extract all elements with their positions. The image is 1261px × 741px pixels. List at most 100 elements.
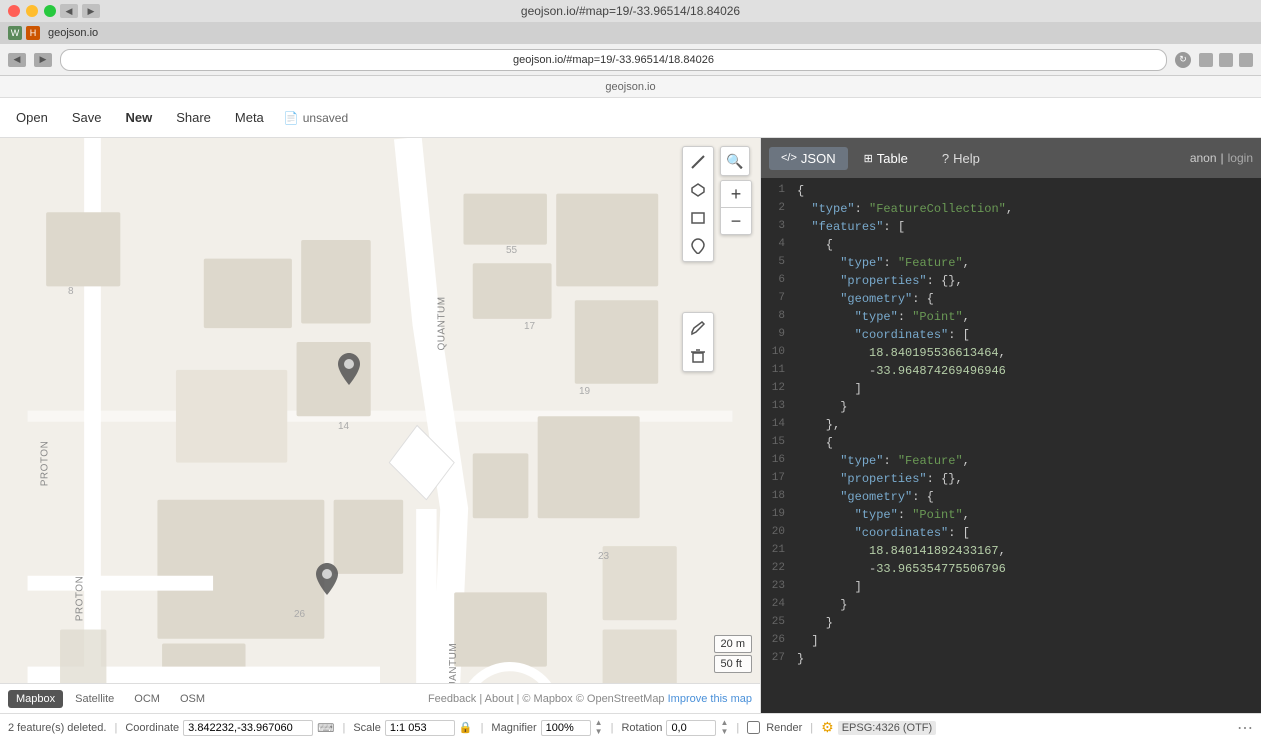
- draw-polygon-button[interactable]: [685, 177, 711, 203]
- tab-mapbox[interactable]: Mapbox: [8, 690, 63, 708]
- reload-button[interactable]: ↻: [1175, 52, 1191, 68]
- scale-bar-50ft: 50 ft: [714, 655, 752, 673]
- url-bar[interactable]: geojson.io/#map=19/-33.96514/18.84026: [60, 49, 1167, 71]
- status-bar: 2 feature(s) deleted. | Coordinate ⌨ | S…: [0, 713, 1261, 741]
- json-line-5: 5 "type": "Feature",: [761, 254, 1261, 272]
- json-line-17: 17 "properties": {},: [761, 470, 1261, 488]
- map-num-26: 26: [294, 609, 305, 620]
- map-marker-1[interactable]: [338, 353, 360, 388]
- scale-control: 20 m 50 ft: [714, 635, 752, 673]
- json-line-6: 6 "properties": {},: [761, 272, 1261, 290]
- edit-tools: [682, 312, 714, 372]
- meta-button[interactable]: Meta: [231, 108, 268, 127]
- download-icon[interactable]: [1219, 53, 1233, 67]
- coordinate-input[interactable]: [183, 720, 313, 736]
- map-num-17: 17: [524, 321, 535, 332]
- feedback-link[interactable]: Feedback: [428, 693, 476, 705]
- json-line-11: 11 -33.964874269496946: [761, 362, 1261, 380]
- rotation-up[interactable]: ▲: [720, 719, 728, 727]
- map-search-button[interactable]: 🔍: [720, 146, 750, 176]
- new-tab-icon[interactable]: [1239, 53, 1253, 67]
- new-button[interactable]: New: [121, 108, 156, 127]
- login-link[interactable]: login: [1228, 151, 1253, 165]
- magnifier-arrows[interactable]: ▲ ▼: [595, 719, 603, 736]
- magnifier-down[interactable]: ▼: [595, 728, 603, 736]
- json-line-13: 13 }: [761, 398, 1261, 416]
- window-controls[interactable]: [8, 5, 56, 17]
- unsaved-badge: 📄 unsaved: [284, 111, 348, 125]
- share-button[interactable]: Share: [172, 108, 215, 127]
- rotation-arrows[interactable]: ▲ ▼: [720, 719, 728, 736]
- main-toolbar: Open Save New Share Meta 📄 unsaved: [0, 98, 1261, 138]
- json-line-10: 10 18.840195536613464,: [761, 344, 1261, 362]
- map-num-23: 23: [598, 551, 609, 562]
- browser-back[interactable]: ◀: [8, 53, 26, 67]
- tab-satellite[interactable]: Satellite: [67, 690, 122, 708]
- save-button[interactable]: Save: [68, 108, 106, 127]
- json-line-16: 16 "type": "Feature",: [761, 452, 1261, 470]
- scale-bar-20m: 20 m: [714, 635, 752, 653]
- map-background: [0, 138, 760, 713]
- json-editor[interactable]: 1{2 "type": "FeatureCollection",3 "featu…: [761, 178, 1261, 713]
- nav-arrows[interactable]: ◀ ▶: [60, 4, 100, 18]
- help-label: Help: [953, 151, 980, 166]
- street-label-proton1: PROTON: [39, 441, 50, 487]
- json-line-15: 15 {: [761, 434, 1261, 452]
- tab-table[interactable]: ⊞ Table: [852, 147, 920, 170]
- json-line-19: 19 "type": "Point",: [761, 506, 1261, 524]
- improve-link[interactable]: Improve this map: [668, 693, 752, 705]
- magnifier-section: Magnifier ▲ ▼: [491, 719, 602, 736]
- geo-site-name: geojson.io: [605, 81, 655, 93]
- map-controls: 🔍 + −: [720, 146, 752, 235]
- json-line-24: 24 }: [761, 596, 1261, 614]
- json-line-26: 26 ]: [761, 632, 1261, 650]
- draw-rectangle-button[interactable]: [685, 205, 711, 231]
- json-line-1: 1{: [761, 182, 1261, 200]
- json-line-9: 9 "coordinates": [: [761, 326, 1261, 344]
- rotation-down[interactable]: ▼: [720, 728, 728, 736]
- map-attribution: Feedback | About | © Mapbox © OpenStreet…: [428, 693, 752, 705]
- map-area[interactable]: QUANTUM PROTON PROTON QUANTUM QUANTUM 8 …: [0, 138, 760, 713]
- browser-toolbar-right: [1199, 53, 1253, 67]
- forward-button[interactable]: ▶: [82, 4, 100, 18]
- json-line-3: 3 "features": [: [761, 218, 1261, 236]
- back-button[interactable]: ◀: [60, 4, 78, 18]
- magnifier-input[interactable]: [541, 720, 591, 736]
- draw-line-button[interactable]: [685, 149, 711, 175]
- browser-forward[interactable]: ▶: [34, 53, 52, 67]
- more-button[interactable]: ⋯: [1237, 718, 1253, 738]
- draw-marker-button[interactable]: [685, 233, 711, 259]
- tab-json[interactable]: </> JSON: [769, 147, 848, 170]
- maximize-button[interactable]: [44, 5, 56, 17]
- share-icon[interactable]: [1199, 53, 1213, 67]
- login-section: anon | login: [1190, 151, 1253, 165]
- tab-ocm[interactable]: OCM: [126, 690, 168, 708]
- edit-button[interactable]: [685, 315, 711, 341]
- json-line-8: 8 "type": "Point",: [761, 308, 1261, 326]
- epsg-icon: ⚙: [821, 719, 834, 736]
- map-marker-2[interactable]: [316, 563, 338, 598]
- tab-label[interactable]: geojson.io: [48, 27, 98, 39]
- json-line-12: 12 ]: [761, 380, 1261, 398]
- json-line-27: 27}: [761, 650, 1261, 668]
- magnifier-up[interactable]: ▲: [595, 719, 603, 727]
- render-checkbox[interactable]: [747, 721, 760, 734]
- minimize-button[interactable]: [26, 5, 38, 17]
- close-button[interactable]: [8, 5, 20, 17]
- json-line-2: 2 "type": "FeatureCollection",: [761, 200, 1261, 218]
- zoom-in-button[interactable]: +: [721, 181, 751, 207]
- open-button[interactable]: Open: [12, 108, 52, 127]
- tab-osm[interactable]: OSM: [172, 690, 213, 708]
- magnifier-label: Magnifier: [491, 722, 536, 734]
- epsg-label[interactable]: EPSG:4326 (OTF): [838, 721, 936, 735]
- scale-input[interactable]: [385, 720, 455, 736]
- rotation-input[interactable]: [666, 720, 716, 736]
- about-link[interactable]: About: [485, 693, 514, 705]
- json-toolbar: </> JSON ⊞ Table ? Help anon | login: [761, 138, 1261, 178]
- rotation-section: Rotation ▲ ▼: [621, 719, 728, 736]
- json-line-18: 18 "geometry": {: [761, 488, 1261, 506]
- scale-label: Scale: [353, 722, 381, 734]
- delete-button[interactable]: [685, 343, 711, 369]
- zoom-out-button[interactable]: −: [721, 208, 751, 234]
- help-button[interactable]: ? Help: [932, 147, 990, 170]
